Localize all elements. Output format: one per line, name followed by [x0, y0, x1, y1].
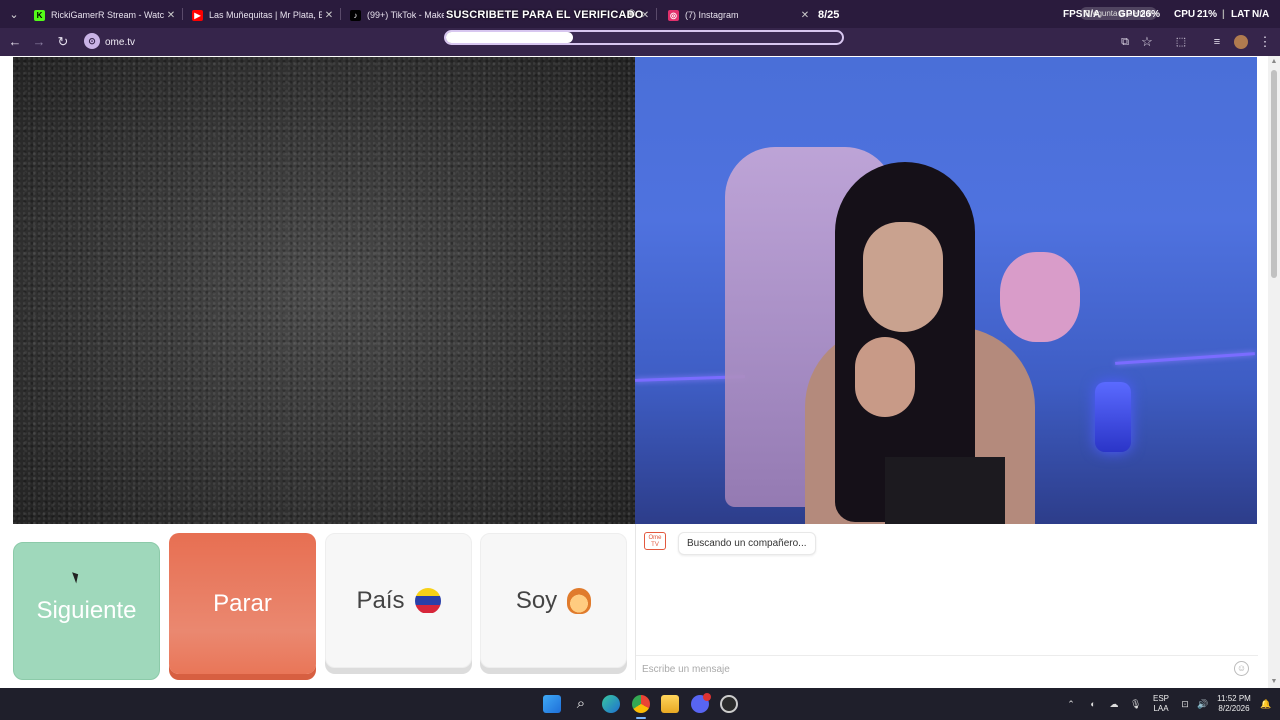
tab-kick-stream[interactable]: K RickiGamerR Stream - Watch Li ✕ — [28, 4, 178, 26]
tiktok-icon: ♪ — [350, 9, 361, 21]
gender-button-label: Soy — [515, 586, 558, 614]
lat-value: N/A — [1252, 9, 1270, 20]
show-hidden-icons-chevron-icon[interactable]: ⌃ — [1066, 699, 1076, 709]
woman-emoji-icon — [567, 587, 592, 614]
microphone — [1095, 382, 1131, 452]
keyboard-layout: LAA — [1153, 704, 1169, 713]
close-tab-icon[interactable]: ✕ — [322, 10, 336, 21]
tray-app-icon[interactable]: ◐ — [1088, 699, 1098, 709]
venezuela-flag-icon — [414, 587, 441, 614]
close-tab-icon[interactable]: ✕ — [798, 10, 812, 21]
tab-youtube[interactable]: ▶ Las Muñequitas | Mr Plata, El A ✕ — [186, 4, 336, 26]
scrollbar-thumb[interactable] — [1271, 70, 1277, 278]
tab-title: Las Muñequitas | Mr Plata, El A — [209, 10, 322, 20]
active-app-indicator — [636, 717, 646, 719]
gpu-label: GPU — [1118, 9, 1140, 20]
cpu-value: 21% — [1197, 9, 1218, 20]
emoji-picker-icon[interactable]: ☺ — [1234, 661, 1249, 676]
profile-avatar[interactable] — [1234, 35, 1248, 49]
gpu-value: 26% — [1140, 9, 1161, 20]
search-icon[interactable]: ⌕ — [572, 695, 590, 713]
next-button[interactable]: Siguiente — [13, 542, 160, 680]
stream-progress-bar — [444, 30, 844, 45]
led-strip — [1115, 352, 1255, 365]
hud-divider: | — [1222, 9, 1225, 20]
language-code: ESP — [1152, 694, 1169, 703]
tab-title: (99+) TikTok - Make Yo — [367, 10, 444, 20]
ometv-page: Siguiente Parar País Soy Ome TV Buscando… — [0, 56, 1280, 688]
install-app-icon[interactable]: ⧉ — [1117, 34, 1133, 50]
stream-progress-fill — [446, 32, 573, 43]
windows-taskbar: ⌕ ⌃ ◐ ☁ 🎙 ESP LAA ⊡ 🔊 11:52 PM 8/2/2026 … — [0, 688, 1280, 720]
clock[interactable]: 11:52 PM 8/2/2026 — [1212, 694, 1256, 714]
site-info-icon[interactable]: ⊙ — [84, 33, 100, 49]
tab-title: (7) Instagram — [685, 10, 739, 20]
edge-icon[interactable] — [602, 695, 620, 713]
country-button[interactable]: País — [325, 533, 472, 668]
scroll-up-icon[interactable]: ▲ — [1270, 58, 1278, 66]
clock-date: 8/2/2026 — [1218, 704, 1250, 713]
stream-overlay-title: SUSCRIBETE PARA EL VERIFICADO — [446, 9, 644, 21]
notifications-icon[interactable]: 🔔 — [1260, 699, 1271, 709]
address-bar-url[interactable]: ome.tv — [105, 37, 135, 48]
kick-icon: K — [34, 9, 45, 21]
cpu-label: CPU — [1174, 9, 1196, 20]
tab-divider — [340, 8, 341, 20]
page-scrollbar[interactable]: ▲ ▼ — [1268, 56, 1280, 688]
teddy-bear — [1000, 252, 1080, 342]
tab-instagram[interactable]: ◎ (7) Instagram ✕ — [662, 4, 812, 26]
self-webcam-video — [635, 57, 1257, 524]
person-top — [885, 457, 1005, 524]
bookmark-star-icon[interactable]: ☆ — [1139, 34, 1155, 50]
menu-kebab-icon[interactable]: ⋮ — [1257, 34, 1273, 50]
tab-bar: ⌄ K RickiGamerR Stream - Watch Li ✕ ▶ La… — [0, 0, 1280, 28]
clock-time: 11:52 PM — [1217, 694, 1251, 703]
windows-start-icon[interactable] — [543, 695, 561, 713]
stranger-video-static — [13, 57, 635, 524]
tab-tiktok[interactable]: ♪ (99+) TikTok - Make Yo — [344, 4, 444, 26]
person-face — [863, 222, 943, 332]
chat-message-input[interactable] — [642, 661, 1212, 677]
youtube-icon: ▶ — [192, 9, 203, 21]
tab-search-chevron-icon[interactable]: ⌄ — [4, 4, 24, 24]
reading-list-icon[interactable]: ≡ — [1209, 34, 1225, 50]
lat-label: LAT — [1231, 9, 1250, 20]
back-icon[interactable]: ← — [7, 34, 23, 50]
chrome-icon[interactable] — [632, 695, 650, 713]
file-explorer-icon[interactable] — [661, 695, 679, 713]
next-button-label: Siguiente — [36, 597, 137, 624]
obs-icon[interactable] — [720, 695, 738, 713]
stream-overlay-count: 8/25 — [818, 9, 840, 21]
chat-status-message: Buscando un compañero... — [678, 532, 816, 555]
stop-button[interactable]: Parar — [169, 533, 316, 674]
discord-notification-badge — [703, 693, 711, 701]
close-tab-icon[interactable]: ✕ — [164, 10, 178, 21]
instagram-icon: ◎ — [668, 9, 679, 21]
tab-title: RickiGamerR Stream - Watch Li — [51, 10, 164, 20]
stop-button-label: Parar — [213, 589, 272, 617]
extensions-icon[interactable]: ⬚ — [1173, 34, 1189, 50]
chat-input-area: ☺ — [636, 655, 1258, 680]
ometv-logo-icon: Ome TV — [644, 532, 666, 550]
reload-icon[interactable]: ↻ — [55, 34, 71, 50]
forward-icon[interactable]: → — [31, 34, 47, 50]
tab-divider — [182, 8, 183, 20]
network-icon[interactable]: ⊡ — [1180, 699, 1190, 709]
person-hand — [855, 337, 915, 417]
onedrive-cloud-icon[interactable]: ☁ — [1109, 699, 1119, 709]
microphone-tray-icon[interactable]: 🎙 — [1130, 699, 1141, 709]
scroll-down-icon[interactable]: ▼ — [1270, 678, 1278, 686]
gender-button[interactable]: Soy — [480, 533, 627, 668]
tab-divider — [656, 8, 657, 20]
chat-panel: Ome TV Buscando un compañero... ☺ — [635, 524, 1258, 680]
country-button-label: País — [356, 586, 405, 614]
volume-icon[interactable]: 🔊 — [1197, 699, 1208, 709]
language-indicator[interactable]: ESP LAA — [1150, 694, 1172, 714]
